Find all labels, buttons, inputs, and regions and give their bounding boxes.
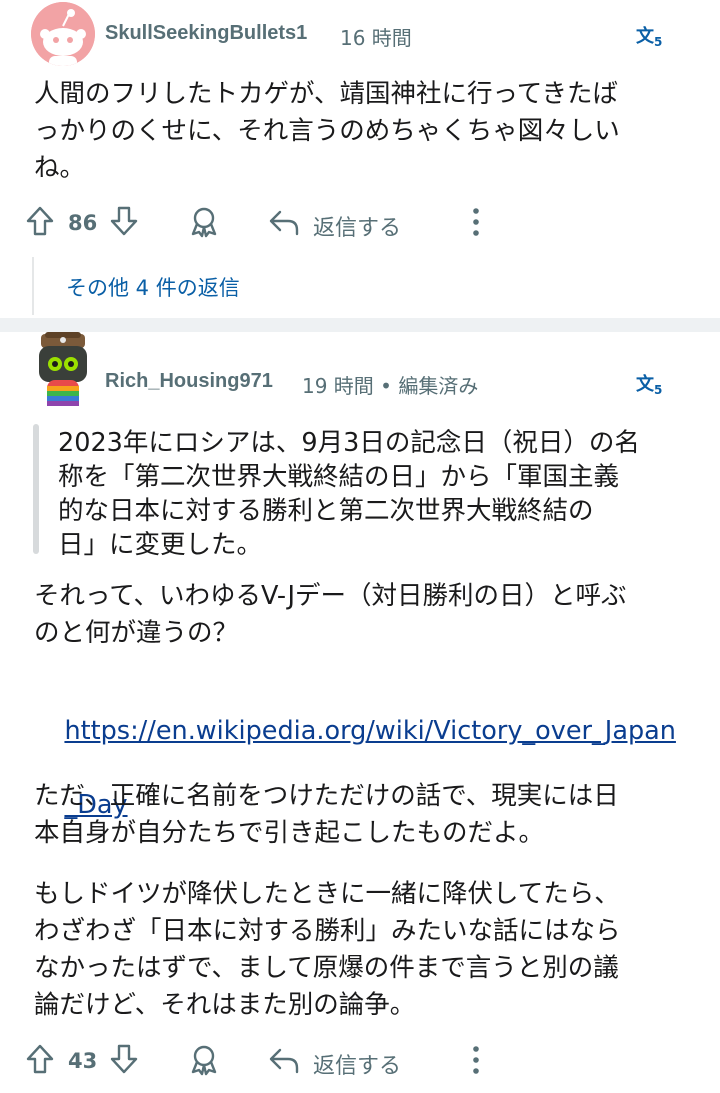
comment-paragraph-3: もしドイツが降伏したときに一緒に降伏してたら、 わざわざ「日本に対する勝利」みた… bbox=[34, 879, 621, 1020]
translate-icon[interactable]: 文5 bbox=[636, 22, 666, 49]
action-bar: 86 返信する bbox=[0, 200, 720, 244]
comment-1: SkullSeekingBullets1 16 時間 文5 人間のフリしたトカゲ… bbox=[0, 0, 720, 318]
quote-bar bbox=[33, 424, 39, 554]
reply-icon[interactable] bbox=[268, 1046, 300, 1074]
thread-line bbox=[32, 257, 34, 315]
translate-icon[interactable]: 文5 bbox=[636, 370, 666, 397]
avatar[interactable] bbox=[31, 2, 95, 66]
action-bar: 43 返信する bbox=[0, 1038, 720, 1082]
snoo-avatar-icon bbox=[39, 332, 87, 406]
downvote-icon[interactable] bbox=[110, 206, 138, 236]
comment-body: 人間のフリしたトカゲが、靖国神社に行ってきたば っかりのくせに、それ言うのめちゃ… bbox=[34, 79, 620, 183]
separator bbox=[0, 318, 720, 332]
upvote-icon[interactable] bbox=[26, 1044, 54, 1074]
award-icon[interactable] bbox=[189, 1044, 219, 1076]
link-line-1[interactable]: https://en.wikipedia.org/wiki/Victory_ov… bbox=[64, 716, 675, 746]
more-options-icon[interactable] bbox=[466, 1044, 486, 1076]
more-options-icon[interactable] bbox=[466, 206, 486, 238]
snoo-avatar-icon bbox=[31, 2, 95, 66]
username[interactable]: Rich_Housing971 bbox=[105, 370, 273, 393]
username[interactable]: SkullSeekingBullets1 bbox=[105, 22, 307, 45]
timestamp: 19 時間 • 編集済み bbox=[302, 374, 479, 398]
reply-button[interactable]: 返信する bbox=[313, 210, 401, 242]
quote-text: 2023年にロシアは、9月3日の記念日（祝日）の名 称を「第二次世界大戦終結の日… bbox=[58, 428, 640, 560]
comment-2: Rich_Housing971 19 時間 • 編集済み 文5 2023年にロシ… bbox=[0, 332, 720, 1093]
reply-icon[interactable] bbox=[268, 208, 300, 236]
downvote-icon[interactable] bbox=[110, 1044, 138, 1074]
upvote-icon[interactable] bbox=[26, 206, 54, 236]
award-icon[interactable] bbox=[189, 206, 219, 238]
vote-count: 86 bbox=[68, 211, 98, 235]
vote-count: 43 bbox=[68, 1049, 98, 1073]
more-replies-link[interactable]: その他 4 件の返信 bbox=[66, 272, 240, 302]
reply-button[interactable]: 返信する bbox=[313, 1048, 401, 1080]
timestamp: 16 時間 bbox=[340, 26, 412, 50]
comment-paragraph-2: ただ、正確に名前をつけただけの話で、現実には日 本自身が自分たちで引き起こしたも… bbox=[34, 781, 619, 848]
comment-paragraph-1: それって、いわゆるV-Jデー（対日勝利の日）と呼ぶ のと何が違うの？ bbox=[34, 581, 627, 648]
avatar[interactable] bbox=[33, 332, 93, 410]
